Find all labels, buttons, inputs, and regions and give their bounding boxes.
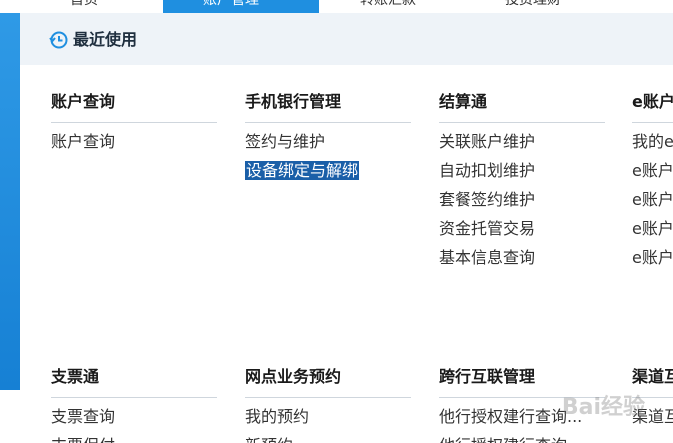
recent-used-bar[interactable]: 最近使用 <box>20 13 673 65</box>
section-title: 账户查询 <box>51 92 116 111</box>
section-check: 支票通 支票查询 支票保付 <box>51 366 221 443</box>
section-account-query: 账户查询 账户查询 <box>51 91 221 160</box>
watermark: Bai经验 <box>561 395 645 420</box>
divider <box>439 122 605 123</box>
menu-item[interactable]: 关联账户维护 <box>439 131 609 160</box>
menu-item-highlighted[interactable]: 设备绑定与解绑 <box>245 160 415 189</box>
menu-item[interactable]: e账户 <box>632 160 673 189</box>
menu-item[interactable]: 新预约 <box>245 435 415 443</box>
menu-item[interactable]: 我的预约 <box>245 406 415 435</box>
tab-transfer-label: 转账汇款 <box>360 0 416 8</box>
page-background-left <box>0 13 20 390</box>
menu-item[interactable]: 资金托管交易 <box>439 218 609 247</box>
tab-invest-label: 投资理财 <box>505 0 561 8</box>
menu-item[interactable]: 支票查询 <box>51 406 221 435</box>
page-background-left-bottom <box>0 390 21 443</box>
menu-item[interactable]: e账户 <box>632 189 673 218</box>
section-settlement: 结算通 关联账户维护 自动扣划维护 套餐签约维护 资金托管交易 基本信息查询 <box>439 91 609 276</box>
section-title: 支票通 <box>51 367 100 386</box>
menu-item[interactable]: 他行授权建行查询 <box>439 435 609 443</box>
menu-item[interactable]: 签约与维护 <box>245 131 415 160</box>
menu-item[interactable]: e账户 <box>632 218 673 247</box>
recent-used-label: 最近使用 <box>73 30 138 49</box>
divider <box>245 397 411 398</box>
clock-history-icon <box>48 30 68 50</box>
menu-item[interactable]: 自动扣划维护 <box>439 160 609 189</box>
top-nav: 首页 账户管理 转账汇款 投资理财 <box>0 0 673 13</box>
section-e-account: e账户 我的e账户 e账户 e账户 e账户 e账户 <box>632 91 673 276</box>
tab-account-mgmt-label: 账户管理 <box>203 0 259 8</box>
menu-item[interactable]: e账户 <box>632 247 673 276</box>
tab-invest[interactable]: 投资理财 <box>505 0 595 13</box>
menu-item[interactable]: 基本信息查询 <box>439 247 609 276</box>
highlighted-label: 设备绑定与解绑 <box>245 161 360 180</box>
tab-account-mgmt[interactable]: 账户管理 <box>163 0 319 13</box>
tab-transfer[interactable]: 转账汇款 <box>360 0 450 13</box>
divider <box>632 122 673 123</box>
divider <box>51 397 217 398</box>
section-title: 渠道互联 <box>632 367 673 386</box>
section-title: 跨行互联管理 <box>439 367 536 386</box>
section-title: e账户 <box>632 92 673 111</box>
section-mobile-banking: 手机银行管理 签约与维护 设备绑定与解绑 <box>245 91 415 189</box>
menu-dropdown-panel: 最近使用 账户查询 账户查询 手机银行管理 签约与维护 设备绑定与解绑 结算通 … <box>20 13 673 443</box>
section-title: 结算通 <box>439 92 488 111</box>
menu-item[interactable]: 我的e账户 <box>632 131 673 160</box>
menu-item[interactable]: 套餐签约维护 <box>439 189 609 218</box>
section-title: 网点业务预约 <box>245 367 342 386</box>
divider <box>245 122 411 123</box>
divider <box>51 122 217 123</box>
section-title: 手机银行管理 <box>245 92 342 111</box>
menu-item[interactable]: 账户查询 <box>51 131 221 160</box>
tab-home[interactable]: 首页 <box>70 0 140 13</box>
section-branch-appointment: 网点业务预约 我的预约 新预约 <box>245 366 415 443</box>
tab-home-label: 首页 <box>70 0 98 8</box>
menu-item[interactable]: 支票保付 <box>51 435 221 443</box>
